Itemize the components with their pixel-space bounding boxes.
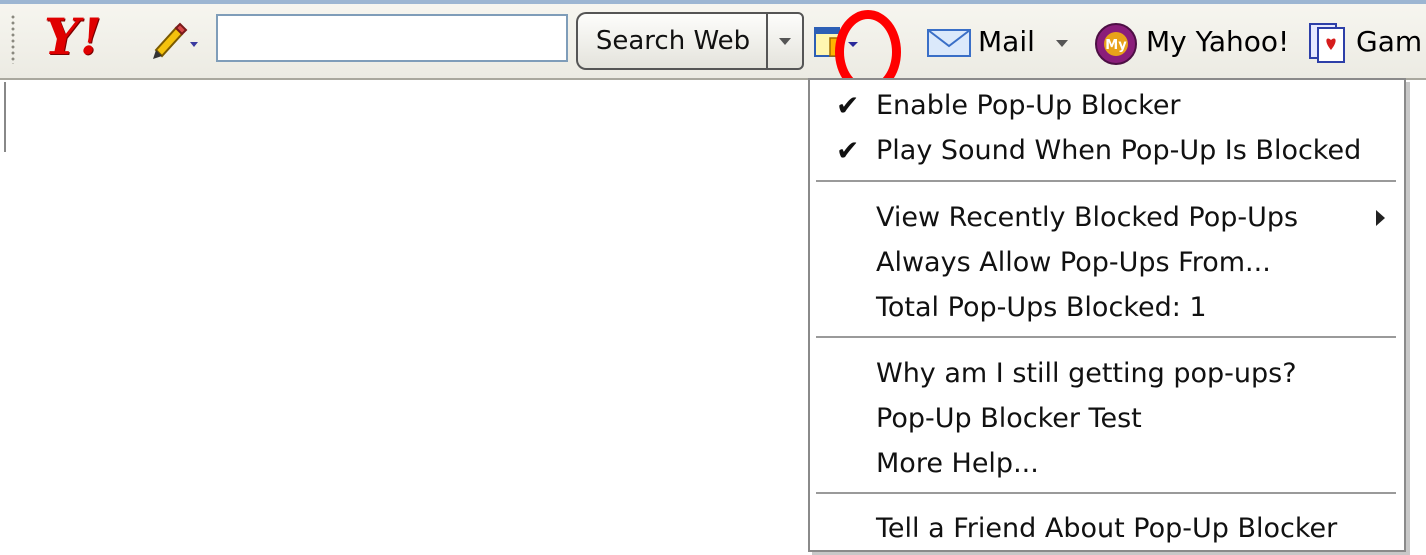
search-web-button[interactable]: Search Web <box>576 12 768 70</box>
menu-item-enable-popup-blocker[interactable]: ✔ Enable Pop-Up Blocker <box>810 84 1404 128</box>
menu-item-tell-a-friend[interactable]: Tell a Friend About Pop-Up Blocker <box>810 507 1404 551</box>
menu-item-popup-blocker-test[interactable]: Pop-Up Blocker Test <box>810 397 1404 441</box>
menu-item-total-blocked[interactable]: Total Pop-Ups Blocked: 1 <box>810 286 1404 330</box>
search-options-dropdown-button[interactable] <box>766 12 804 70</box>
popup-blocker-menu: ✔ Enable Pop-Up Blocker ✔ Play Sound Whe… <box>808 78 1406 552</box>
submenu-arrow-icon <box>1376 210 1385 226</box>
menu-item-play-sound[interactable]: ✔ Play Sound When Pop-Up Is Blocked <box>810 129 1404 173</box>
search-input[interactable] <box>216 14 568 62</box>
menu-item-more-help[interactable]: More Help... <box>810 442 1404 486</box>
menu-item-label: Why am I still getting pop-ups? <box>876 358 1297 389</box>
my-yahoo-button[interactable]: My Yahoo! <box>1146 22 1289 62</box>
chevron-down-icon <box>779 38 791 45</box>
menu-item-label: View Recently Blocked Pop-Ups <box>876 202 1299 233</box>
pencil-icon[interactable] <box>150 20 204 60</box>
page-left-edge <box>4 82 6 152</box>
checkmark-icon: ✔ <box>836 134 860 167</box>
mail-button[interactable]: Mail <box>978 22 1035 62</box>
checkmark-icon: ✔ <box>836 89 860 122</box>
svg-text:My: My <box>1105 38 1127 53</box>
menu-item-label: Tell a Friend About Pop-Up Blocker <box>876 513 1338 544</box>
toolbar-grip-handle[interactable] <box>10 14 16 64</box>
games-cards-icon[interactable] <box>1308 20 1348 64</box>
window-top-strip <box>0 0 1426 4</box>
menu-item-always-allow[interactable]: Always Allow Pop-Ups From... <box>810 241 1404 285</box>
envelope-icon[interactable] <box>926 26 972 60</box>
menu-separator <box>816 180 1396 183</box>
menu-item-label: More Help... <box>876 448 1039 479</box>
mail-dropdown-arrow-icon[interactable] <box>1056 40 1068 47</box>
menu-item-why-still-popups[interactable]: Why am I still getting pop-ups? <box>810 352 1404 396</box>
menu-item-label: Enable Pop-Up Blocker <box>876 90 1181 121</box>
menu-item-label: Total Pop-Ups Blocked: 1 <box>876 292 1207 323</box>
menu-item-view-recently-blocked[interactable]: View Recently Blocked Pop-Ups <box>810 196 1404 240</box>
menu-item-label: Pop-Up Blocker Test <box>876 403 1142 434</box>
menu-item-label: Always Allow Pop-Ups From... <box>876 247 1271 278</box>
my-yahoo-icon[interactable]: My <box>1094 22 1138 66</box>
yahoo-toolbar: Y! Search Web Mail My My Yahoo! Gam <box>0 0 1426 94</box>
menu-separator <box>816 492 1396 495</box>
games-button[interactable]: Gam <box>1356 22 1422 62</box>
menu-separator <box>816 336 1396 339</box>
yahoo-logo[interactable]: Y! <box>44 10 102 64</box>
menu-item-label: Play Sound When Pop-Up Is Blocked <box>876 135 1362 166</box>
